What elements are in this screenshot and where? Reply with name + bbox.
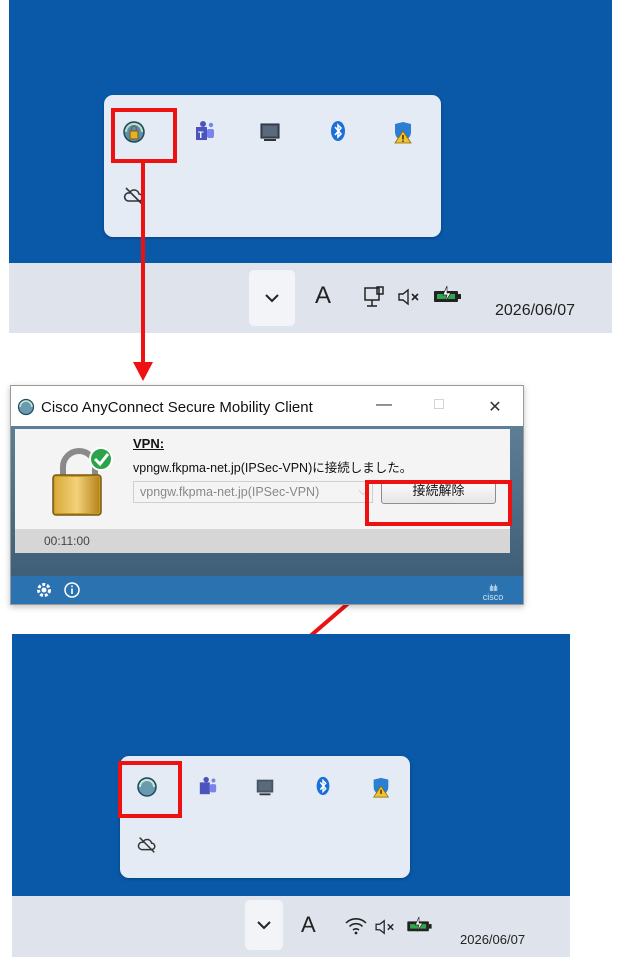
cisco-logo: ılıılı cisco xyxy=(473,584,513,602)
display-icon[interactable] xyxy=(254,776,276,798)
windows-security-warning-icon[interactable] xyxy=(370,776,392,798)
dialog-footer: ılıılı cisco xyxy=(11,576,523,604)
cisco-anyconnect-app-icon xyxy=(17,398,35,416)
cisco-logo-text: cisco xyxy=(482,592,504,602)
chevron-up-icon xyxy=(257,921,271,930)
vpn-status-text: vpngw.fkpma-net.jp(IPSec-VPN)に接続しました。 xyxy=(133,461,413,475)
taskbar-date[interactable]: 2026/06/07 xyxy=(460,932,525,947)
connection-timer: 00:11:00 xyxy=(44,534,90,548)
window-title: Cisco AnyConnect Secure Mobility Client xyxy=(41,399,313,416)
info-icon[interactable] xyxy=(63,581,81,599)
show-hidden-icons-button[interactable] xyxy=(245,900,283,950)
gear-icon[interactable] xyxy=(35,581,53,599)
timer-bar: 00:11:00 xyxy=(15,529,510,553)
bluetooth-icon[interactable] xyxy=(313,776,333,796)
close-button[interactable]: ✕ xyxy=(480,397,510,417)
maximize-button[interactable]: □ xyxy=(424,396,454,414)
highlight-box-disconnect xyxy=(365,480,512,526)
vpn-server-select: vpngw.fkpma-net.jp(IPSec-VPN) ⌵ xyxy=(133,481,373,503)
padlock-connected-icon xyxy=(52,447,113,516)
vpn-label: VPN: xyxy=(133,436,165,451)
input-indicator[interactable]: A xyxy=(301,912,316,938)
teams-icon[interactable] xyxy=(198,776,218,796)
volume-muted-icon[interactable] xyxy=(374,918,398,936)
taskbar-bottom xyxy=(12,896,570,957)
vpn-server-value: vpngw.fkpma-net.jp(IPSec-VPN) xyxy=(140,485,320,499)
minimize-button[interactable]: — xyxy=(369,396,399,414)
cloud-off-icon[interactable] xyxy=(136,834,158,856)
highlight-box-cisco-bottom xyxy=(118,761,182,818)
wifi-icon[interactable] xyxy=(344,917,368,935)
battery-charging-icon[interactable] xyxy=(405,916,433,934)
